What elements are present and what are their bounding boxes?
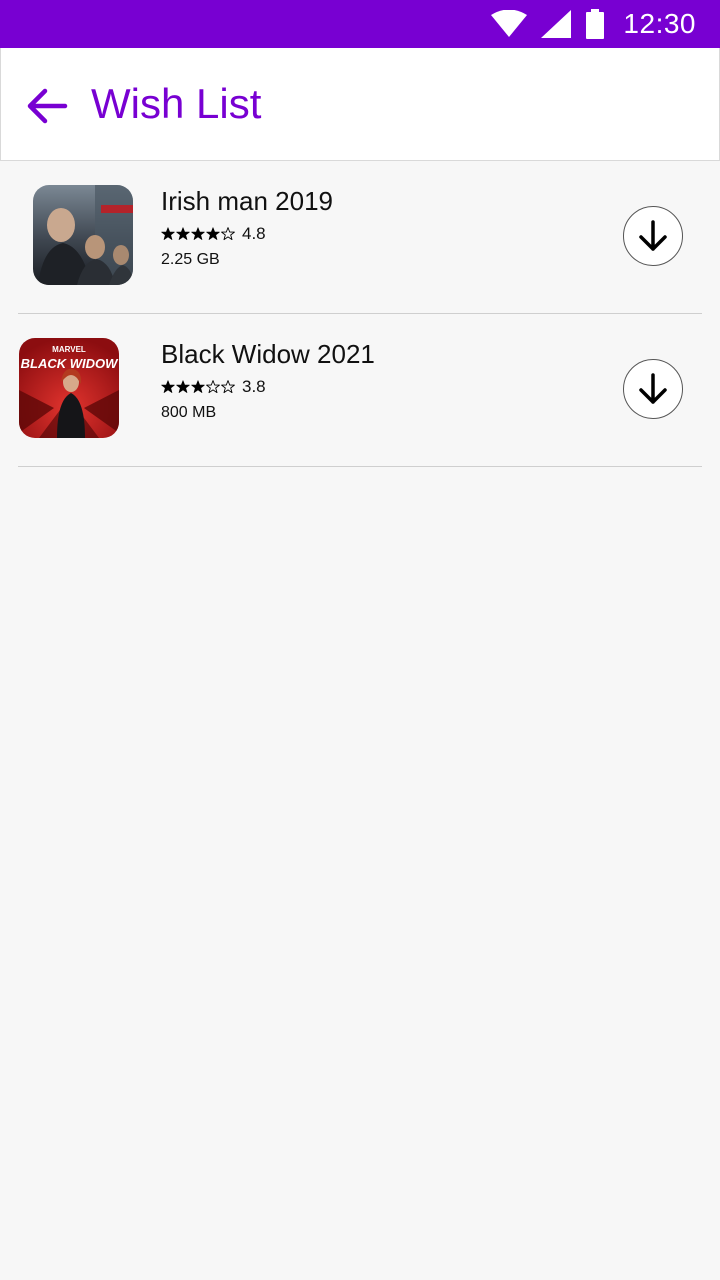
rating-value: 3.8: [242, 377, 266, 396]
star-filled-icon: [191, 227, 205, 240]
marvel-logo: MARVEL: [52, 345, 86, 354]
download-icon: [639, 220, 667, 251]
star-filled-icon: [176, 380, 190, 393]
wishlist: Irish man 2019 4.8 2.25 GB MARVEL BLACK …: [0, 161, 720, 467]
star-empty-icon: [206, 380, 220, 394]
star-empty-icon: [221, 227, 235, 241]
star-filled-icon: [161, 227, 175, 240]
wifi-icon: [491, 10, 528, 37]
star-empty-icon: [221, 380, 235, 394]
signal-icon: [541, 10, 572, 38]
rating: 3.8: [161, 376, 266, 398]
app-bar: Wish List: [0, 48, 720, 161]
arrow-left-icon: [27, 88, 68, 124]
back-button[interactable]: [23, 84, 71, 128]
star-filled-icon: [191, 380, 205, 393]
status-bar: 12:30: [0, 0, 720, 48]
star-rating: [161, 380, 235, 394]
star-filled-icon: [206, 227, 220, 240]
star-rating: [161, 227, 235, 241]
download-button[interactable]: [623, 359, 683, 419]
black-widow-poster: MARVEL BLACK WIDOW: [19, 338, 119, 438]
page-title: Wish List: [91, 80, 262, 127]
file-size: 2.25 GB: [161, 251, 220, 268]
poster-title: BLACK WIDOW: [21, 356, 119, 371]
item-title: Irish man 2019: [161, 186, 333, 216]
status-time: 12:30: [623, 8, 696, 39]
download-icon: [639, 373, 667, 404]
rating-value: 4.8: [242, 224, 266, 243]
list-item[interactable]: Irish man 2019 4.8 2.25 GB: [18, 161, 702, 314]
file-size: 800 MB: [161, 404, 217, 421]
battery-icon: [586, 9, 605, 39]
list-item[interactable]: MARVEL BLACK WIDOW Black Widow 2021 3.8 …: [18, 314, 702, 467]
irishman-poster: [33, 185, 133, 285]
item-title: Black Widow 2021: [161, 339, 375, 369]
star-filled-icon: [176, 227, 190, 240]
download-button[interactable]: [623, 206, 683, 266]
status-icons: 12:30: [491, 0, 696, 48]
star-filled-icon: [161, 380, 175, 393]
rating: 4.8: [161, 223, 266, 245]
